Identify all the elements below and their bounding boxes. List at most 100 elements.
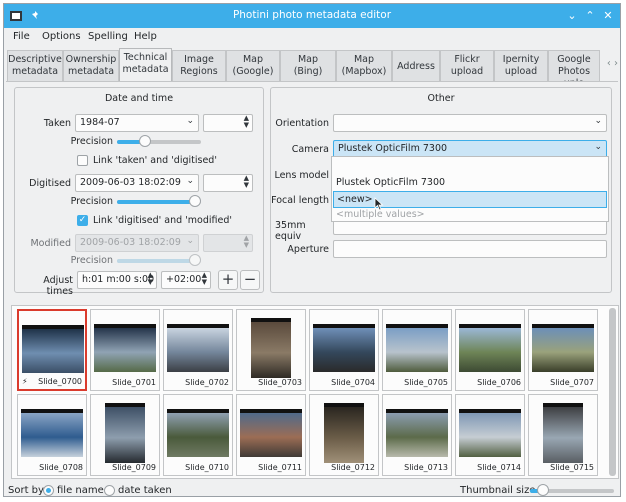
digitised-precision-fill bbox=[117, 200, 195, 204]
lens-model-label: Lens model bbox=[274, 170, 329, 181]
camera-option-plustek[interactable]: Plustek OpticFilm 7300 bbox=[333, 175, 607, 190]
taken-precision-knob[interactable] bbox=[139, 135, 151, 147]
thumbnail-scrollbar[interactable] bbox=[609, 308, 616, 476]
tab-google-photos[interactable]: Google Photos uplo bbox=[548, 50, 600, 81]
thumbnail-size-knob[interactable] bbox=[537, 484, 549, 496]
tab-bar: Descriptive metadata Ownership metadata … bbox=[4, 48, 620, 82]
thumbnail-slide_0703[interactable]: Slide_0703 bbox=[236, 309, 306, 391]
adjust-tz-field[interactable]: +02:00 ▲ ▼ bbox=[161, 271, 211, 289]
tab-map-bing[interactable]: Map (Bing) bbox=[280, 50, 336, 81]
orientation-select[interactable]: ⌄ bbox=[333, 114, 607, 132]
thumbnail-slide_0710[interactable]: Slide_0710 bbox=[163, 394, 233, 476]
thumbnail-image bbox=[167, 409, 229, 457]
thumbnail-image bbox=[251, 318, 291, 378]
scrollbar-handle[interactable] bbox=[609, 308, 616, 476]
taken-label: Taken bbox=[43, 118, 71, 129]
modified-precision-fill bbox=[117, 259, 195, 263]
spin-arrows-icon: ▲ ▼ bbox=[243, 234, 249, 249]
thumbnail-slide_0705[interactable]: Slide_0705 bbox=[382, 309, 452, 391]
digitised-precision-slider[interactable] bbox=[117, 195, 201, 207]
tab-flickr[interactable]: Flickr upload bbox=[440, 50, 494, 81]
menu-spelling[interactable]: Spelling bbox=[88, 31, 128, 42]
digitised-precision-label: Precision bbox=[70, 196, 113, 207]
adjust-offset-field[interactable]: h:01 m:00 s:00 ▲ ▼ bbox=[77, 271, 157, 289]
other-title: Other bbox=[427, 93, 455, 104]
tab-ipernity[interactable]: Ipernity upload bbox=[494, 50, 548, 81]
taken-precision-label: Precision bbox=[70, 136, 113, 147]
thumbnail-slide_0712[interactable]: Slide_0712 bbox=[309, 394, 379, 476]
thumbnail-slide_0706[interactable]: Slide_0706 bbox=[455, 309, 525, 391]
tab-ownership[interactable]: Ownership metadata bbox=[63, 50, 119, 81]
maximize-icon[interactable]: ⌃ bbox=[582, 8, 598, 24]
taken-field[interactable]: 1984-07 ⌄ bbox=[75, 114, 199, 132]
thumbnail-image bbox=[543, 403, 583, 463]
minimize-icon[interactable]: ⌄ bbox=[564, 8, 580, 24]
thumbnail-size-slider[interactable] bbox=[530, 484, 614, 496]
thumbnail-caption: Slide_0705 bbox=[404, 378, 448, 387]
thumbnail-slide_0704[interactable]: Slide_0704 bbox=[309, 309, 379, 391]
modified-precision-label: Precision bbox=[70, 255, 113, 266]
thumbnail-slide_0707[interactable]: Slide_0707 bbox=[528, 309, 598, 391]
add-offset-button[interactable]: + bbox=[218, 270, 238, 290]
tab-technical[interactable]: Technical metadata bbox=[119, 48, 172, 82]
adjust-offset-value: h:01 m:00 s:00 bbox=[82, 274, 155, 285]
tab-address[interactable]: Address bbox=[392, 50, 440, 81]
thumbnail-image bbox=[22, 325, 84, 373]
modified-label: Modified bbox=[30, 238, 71, 249]
thumbnail-slide_0708[interactable]: Slide_0708 bbox=[17, 394, 87, 476]
thumbnail-image bbox=[386, 324, 448, 372]
thumbnail-slide_0713[interactable]: Slide_0713 bbox=[382, 394, 452, 476]
window-title: Photini photo metadata editor bbox=[232, 9, 392, 21]
aperture-field[interactable] bbox=[333, 240, 607, 258]
digitised-field[interactable]: 2009-06-03 18:02:09 ⌄ bbox=[75, 174, 199, 192]
thumbnail-image bbox=[167, 324, 229, 372]
taken-value: 1984-07 bbox=[80, 117, 120, 128]
tab-descriptive[interactable]: Descriptive metadata bbox=[7, 50, 63, 81]
sort-file-name-radio[interactable] bbox=[43, 485, 54, 496]
thumbnail-slide_0702[interactable]: Slide_0702 bbox=[163, 309, 233, 391]
sort-date-taken-radio[interactable] bbox=[104, 485, 115, 496]
thumbnail-caption: Slide_0711 bbox=[258, 463, 302, 472]
thumbnail-slide_0715[interactable]: Slide_0715 bbox=[528, 394, 598, 476]
menu-help[interactable]: Help bbox=[134, 31, 157, 42]
digitised-precision-knob[interactable] bbox=[189, 195, 201, 207]
thumbnail-caption: Slide_0701 bbox=[112, 378, 156, 387]
tab-scroll-arrows[interactable]: ‹ › bbox=[607, 58, 618, 69]
thumbnail-slide_0709[interactable]: Slide_0709 bbox=[90, 394, 160, 476]
modified-precision-knob bbox=[189, 254, 201, 266]
thumbnail-slide_0714[interactable]: Slide_0714 bbox=[455, 394, 525, 476]
equiv-label: 35mm equiv bbox=[275, 220, 306, 242]
digitised-tz-spinbox[interactable]: ▲ ▼ bbox=[203, 174, 253, 192]
menu-file[interactable]: File bbox=[13, 31, 30, 42]
title-bar[interactable]: Photini photo metadata editor ⌄ ⌃ ✕ bbox=[4, 4, 620, 28]
sort-date-taken-label: date taken bbox=[118, 485, 172, 496]
bottom-bar: Sort by file name date taken Thumbnail s… bbox=[4, 482, 620, 498]
camera-dropdown-list: Plustek OpticFilm 7300 <new> <multiple v… bbox=[331, 156, 609, 222]
thumbnail-image bbox=[459, 409, 521, 457]
taken-precision-slider[interactable] bbox=[117, 135, 201, 147]
tab-map-mapbox[interactable]: Map (Mapbox) bbox=[336, 50, 392, 81]
link-taken-checkbox[interactable] bbox=[77, 155, 88, 166]
thumbnail-caption: Slide_0712 bbox=[331, 463, 375, 472]
taken-tz-spinbox[interactable]: ▲ ▼ bbox=[203, 114, 253, 132]
thumbnail-caption: Slide_0704 bbox=[331, 378, 375, 387]
thumbnail-slide_0711[interactable]: Slide_0711 bbox=[236, 394, 306, 476]
tab-image-regions[interactable]: Image Regions bbox=[172, 50, 226, 81]
menu-bar: File Options Spelling Help bbox=[4, 28, 620, 46]
chevron-down-icon: ⌄ bbox=[186, 176, 194, 186]
subtract-offset-button[interactable]: − bbox=[240, 270, 260, 290]
adjust-tz-value: +02:00 bbox=[166, 274, 202, 285]
thumbnail-caption: Slide_0707 bbox=[550, 378, 594, 387]
modified-field: 2009-06-03 18:02:09 ⌄ bbox=[75, 234, 199, 252]
focal-length-label: Focal length bbox=[271, 195, 329, 206]
menu-options[interactable]: Options bbox=[42, 31, 81, 42]
link-digitised-checkbox[interactable]: ✓ bbox=[77, 215, 88, 226]
close-icon[interactable]: ✕ bbox=[600, 8, 616, 24]
thumbnail-slide_0701[interactable]: Slide_0701 bbox=[90, 309, 160, 391]
thumbnail-caption: Slide_0702 bbox=[185, 378, 229, 387]
thumbnail-image bbox=[94, 324, 156, 372]
thumbnail-caption: Slide_0703 bbox=[258, 378, 302, 387]
thumbnail-caption: Slide_0713 bbox=[404, 463, 448, 472]
tab-map-google[interactable]: Map (Google) bbox=[226, 50, 280, 81]
thumbnail-slide_0700[interactable]: ⚡ Slide_0700 bbox=[17, 309, 87, 391]
